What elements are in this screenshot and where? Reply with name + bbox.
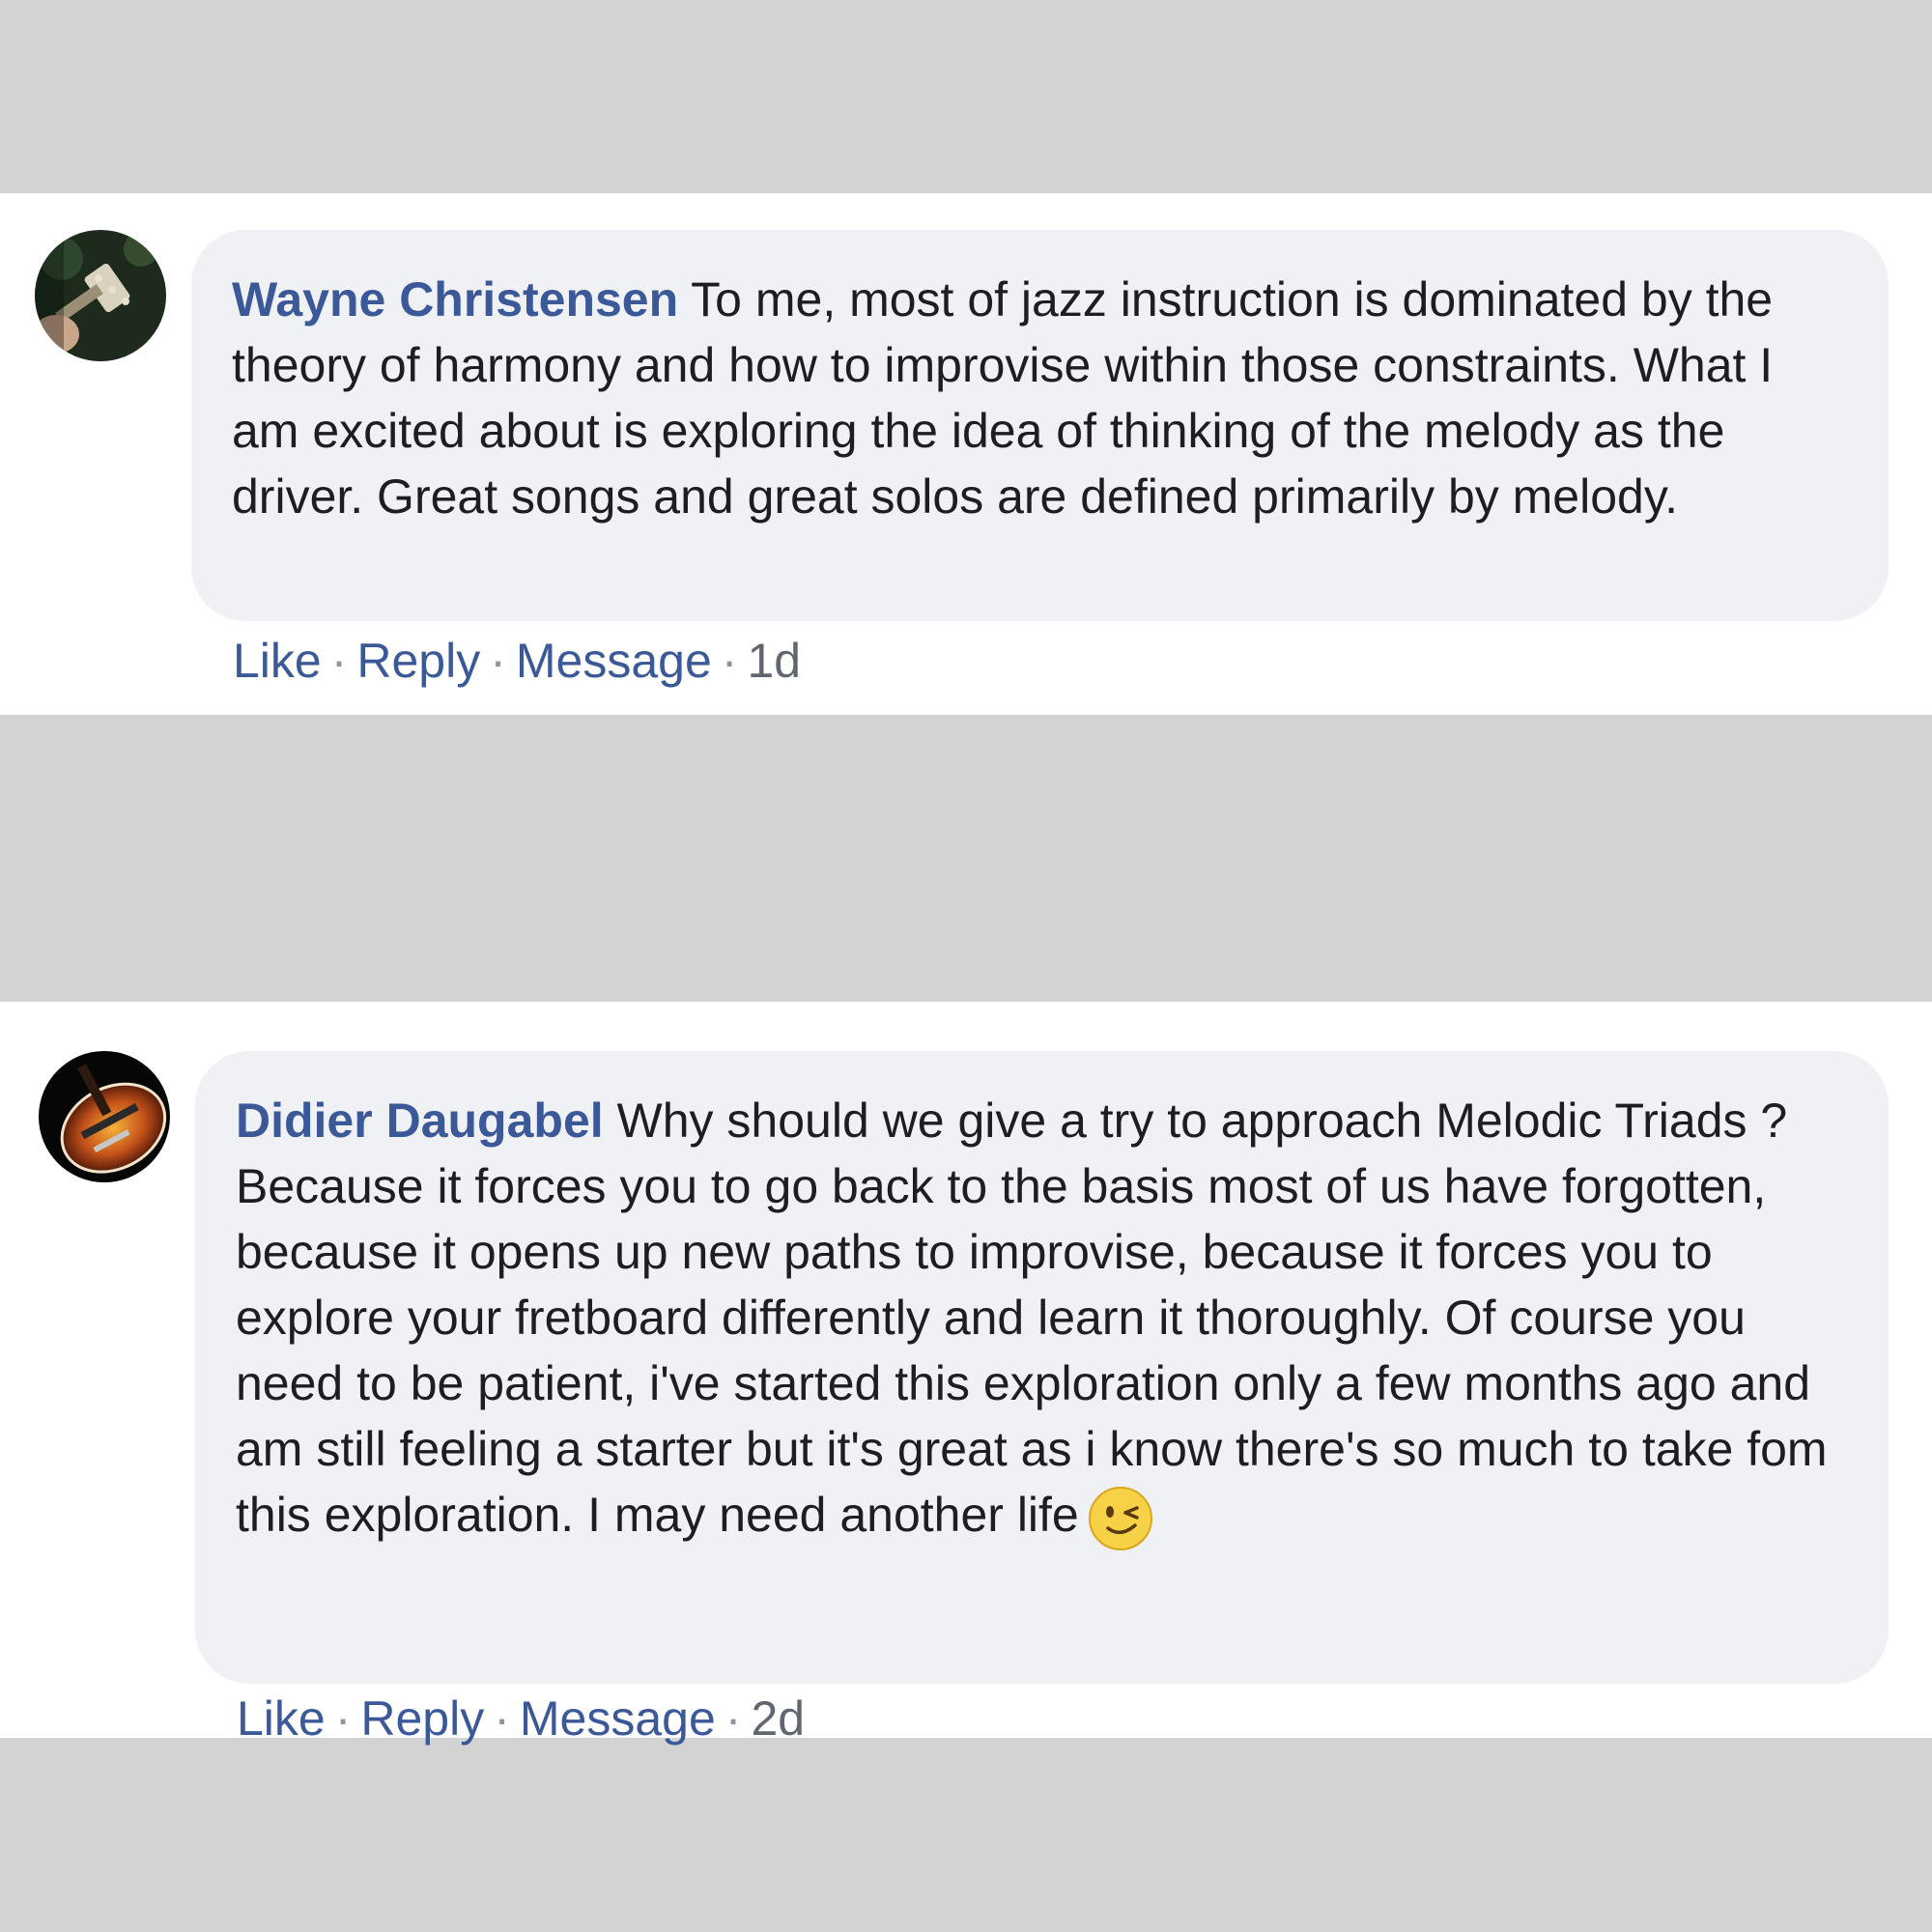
separator-dot: · (721, 634, 738, 688)
comment-text: Why should we give a try to approach Mel… (236, 1094, 1828, 1542)
comment-timestamp[interactable]: 1d (747, 634, 801, 688)
separator-dot: · (494, 1691, 510, 1746)
comment-card: Didier Daugabel Why should we give a try… (0, 1002, 1932, 1746)
sunburst-guitar-icon (39, 1051, 170, 1182)
message-button[interactable]: Message (520, 1691, 716, 1746)
like-button[interactable]: Like (237, 1691, 326, 1746)
comment-author[interactable]: Didier Daugabel (236, 1094, 604, 1148)
comment-actions: Like · Reply · Message · 1d (233, 632, 801, 690)
winking-face-icon (1087, 1485, 1154, 1552)
comment-timestamp[interactable]: 2d (751, 1691, 805, 1746)
comment-actions: Like · Reply · Message · 2d (237, 1690, 805, 1747)
separator-dot: · (490, 634, 506, 688)
separator-dot: · (334, 1691, 352, 1746)
avatar[interactable] (39, 1051, 170, 1182)
comment-bubble: Didier Daugabel Why should we give a try… (195, 1051, 1889, 1684)
message-button[interactable]: Message (516, 634, 712, 688)
guitar-headstock-icon (35, 230, 166, 361)
comment-author[interactable]: Wayne Christensen (232, 272, 678, 327)
comment-bubble: Wayne Christensen To me, most of jazz in… (191, 230, 1889, 621)
avatar[interactable] (35, 230, 166, 361)
separator-dot: · (330, 634, 348, 688)
comment-card: Wayne Christensen To me, most of jazz in… (0, 193, 1932, 715)
separator-dot: · (724, 1691, 742, 1746)
reply-button[interactable]: Reply (360, 1691, 484, 1746)
like-button[interactable]: Like (233, 634, 322, 688)
reply-button[interactable]: Reply (356, 634, 480, 688)
